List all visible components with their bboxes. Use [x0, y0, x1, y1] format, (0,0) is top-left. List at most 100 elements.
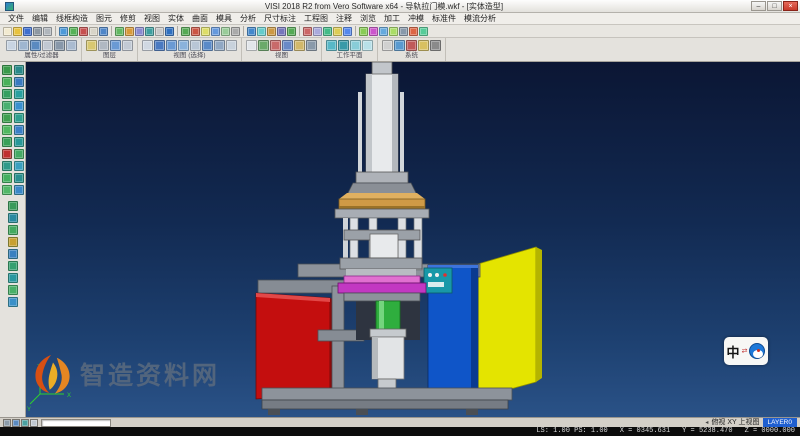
ribbon-tool-icon[interactable]	[42, 40, 53, 51]
ribbon-tool-icon[interactable]	[226, 40, 237, 51]
menu-item[interactable]: 文件	[4, 13, 28, 25]
side-tool-icon[interactable]	[2, 101, 12, 111]
side-tool-icon[interactable]	[8, 297, 18, 307]
menu-item[interactable]: 模具	[212, 13, 236, 25]
side-tool-icon[interactable]	[2, 137, 12, 147]
side-tool-icon[interactable]	[2, 89, 12, 99]
tool-icon[interactable]	[145, 27, 154, 36]
ribbon-tool-icon[interactable]	[166, 40, 177, 51]
ribbon-tool-icon[interactable]	[326, 40, 337, 51]
tool-icon[interactable]	[231, 27, 240, 36]
tool-icon[interactable]	[43, 27, 52, 36]
layer-chip[interactable]: LAYER0	[763, 418, 797, 427]
side-tool-icon[interactable]	[2, 125, 12, 135]
side-tool-icon[interactable]	[14, 77, 24, 87]
tool-icon[interactable]	[115, 27, 124, 36]
side-tool-icon[interactable]	[14, 149, 24, 159]
status-command-input[interactable]	[41, 419, 111, 427]
tool-icon[interactable]	[211, 27, 220, 36]
side-tool-icon[interactable]	[2, 185, 12, 195]
side-tool-icon[interactable]	[2, 77, 12, 87]
tool-icon[interactable]	[221, 27, 230, 36]
tool-icon[interactable]	[33, 27, 42, 36]
tool-icon[interactable]	[313, 27, 322, 36]
menu-item[interactable]: 修剪	[116, 13, 140, 25]
ribbon-tool-icon[interactable]	[142, 40, 153, 51]
ribbon-tool-icon[interactable]	[202, 40, 213, 51]
ribbon-tool-icon[interactable]	[430, 40, 441, 51]
side-tool-icon[interactable]	[2, 173, 12, 183]
tool-icon[interactable]	[323, 27, 332, 36]
side-tool-icon[interactable]	[8, 225, 18, 235]
side-tool-icon[interactable]	[14, 137, 24, 147]
tool-icon[interactable]	[359, 27, 368, 36]
ribbon-tool-icon[interactable]	[110, 40, 121, 51]
tool-icon[interactable]	[69, 27, 78, 36]
red-door-panel[interactable]	[256, 293, 337, 399]
ribbon-tool-icon[interactable]	[54, 40, 65, 51]
ribbon-tool-icon[interactable]	[86, 40, 97, 51]
tool-icon[interactable]	[155, 27, 164, 36]
ribbon-tool-icon[interactable]	[362, 40, 373, 51]
tool-icon[interactable]	[13, 27, 22, 36]
menu-item[interactable]: 工程图	[300, 13, 332, 25]
tool-icon[interactable]	[89, 27, 98, 36]
ribbon-tool-icon[interactable]	[214, 40, 225, 51]
tool-icon[interactable]	[303, 27, 312, 36]
tool-icon[interactable]	[135, 27, 144, 36]
menu-item[interactable]: 冲模	[404, 13, 428, 25]
ribbon-tool-icon[interactable]	[246, 40, 257, 51]
ribbon-tool-icon[interactable]	[418, 40, 429, 51]
tool-icon[interactable]	[379, 27, 388, 36]
corner-sticker[interactable]: 中 ⇄	[724, 337, 768, 365]
maximize-button[interactable]: □	[767, 1, 782, 11]
side-tool-icon[interactable]	[2, 113, 12, 123]
ribbon-tool-icon[interactable]	[6, 40, 17, 51]
tool-icon[interactable]	[59, 27, 68, 36]
menu-item[interactable]: 模流分析	[460, 13, 500, 25]
tool-icon[interactable]	[267, 27, 276, 36]
ribbon-tool-icon[interactable]	[382, 40, 393, 51]
tool-icon[interactable]	[399, 27, 408, 36]
tool-icon[interactable]	[419, 27, 428, 36]
side-tool-icon[interactable]	[8, 201, 18, 211]
tool-icon[interactable]	[165, 27, 174, 36]
tool-icon[interactable]	[181, 27, 190, 36]
ribbon-tool-icon[interactable]	[30, 40, 41, 51]
side-tool-icon[interactable]	[8, 285, 18, 295]
side-tool-icon[interactable]	[14, 173, 24, 183]
tool-icon[interactable]	[191, 27, 200, 36]
side-tool-icon[interactable]	[8, 273, 18, 283]
status-snap-icon[interactable]	[3, 419, 11, 427]
menu-item[interactable]: 图元	[92, 13, 116, 25]
tool-icon[interactable]	[99, 27, 108, 36]
ribbon-tool-icon[interactable]	[66, 40, 77, 51]
tool-icon[interactable]	[247, 27, 256, 36]
ribbon-tool-icon[interactable]	[406, 40, 417, 51]
ribbon-tool-icon[interactable]	[122, 40, 133, 51]
ribbon-tool-icon[interactable]	[18, 40, 29, 51]
menu-item[interactable]: 曲面	[188, 13, 212, 25]
ribbon-tool-icon[interactable]	[350, 40, 361, 51]
ribbon-tool-icon[interactable]	[394, 40, 405, 51]
ribbon-tool-icon[interactable]	[190, 40, 201, 51]
side-tool-icon[interactable]	[8, 261, 18, 271]
menu-item[interactable]: 编辑	[28, 13, 52, 25]
side-tool-icon[interactable]	[8, 213, 18, 223]
side-tool-icon[interactable]	[2, 161, 12, 171]
side-tool-icon[interactable]	[14, 101, 24, 111]
menu-item[interactable]: 浏览	[356, 13, 380, 25]
ribbon-tool-icon[interactable]	[154, 40, 165, 51]
tool-icon[interactable]	[79, 27, 88, 36]
yellow-door-panel[interactable]	[478, 247, 542, 398]
control-box[interactable]	[424, 268, 452, 293]
menu-item[interactable]: 标准件	[428, 13, 460, 25]
tool-icon[interactable]	[389, 27, 398, 36]
tool-icon[interactable]	[257, 27, 266, 36]
ribbon-tool-icon[interactable]	[282, 40, 293, 51]
tool-icon[interactable]	[201, 27, 210, 36]
menu-item[interactable]: 尺寸标注	[260, 13, 300, 25]
status-snap-icon[interactable]	[21, 419, 29, 427]
tool-icon[interactable]	[277, 27, 286, 36]
menu-item[interactable]: 分析	[236, 13, 260, 25]
